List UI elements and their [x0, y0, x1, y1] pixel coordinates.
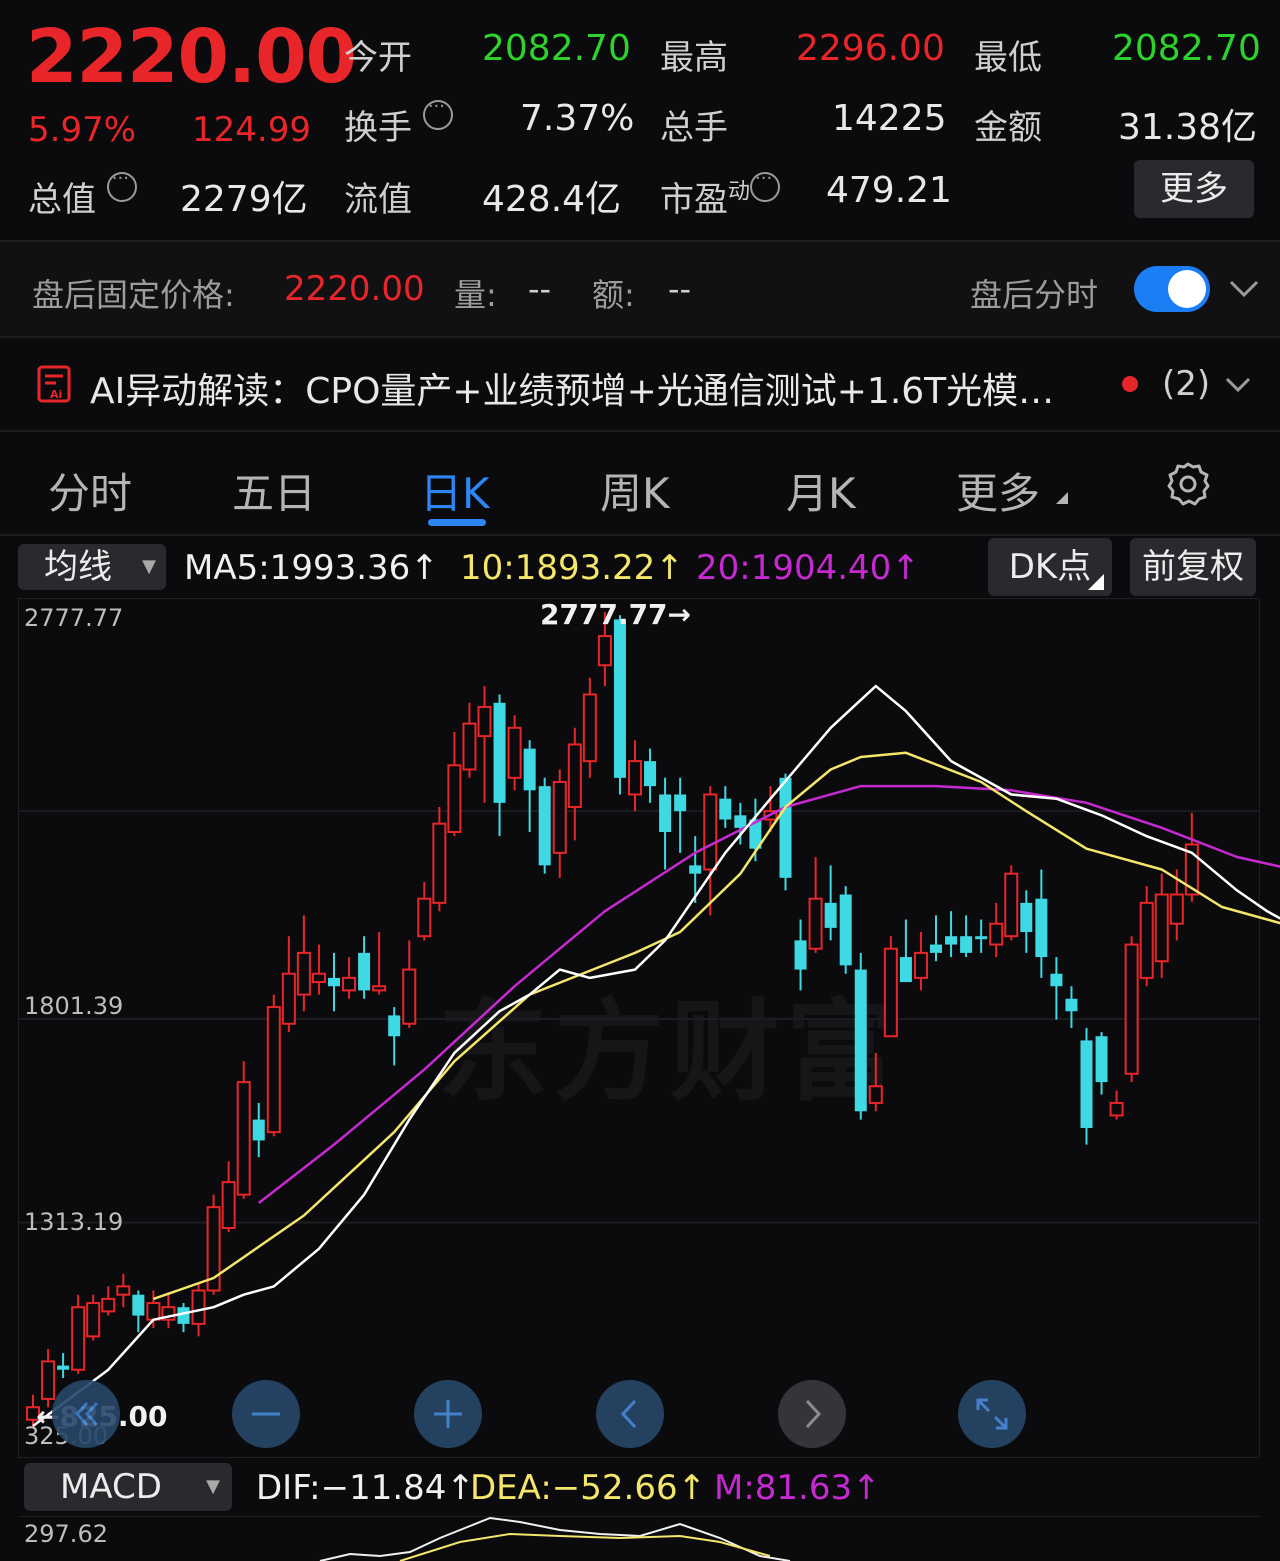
candle-body — [447, 764, 462, 833]
candle-body — [462, 722, 477, 771]
candle-body — [597, 635, 612, 667]
candle-body — [1035, 898, 1048, 958]
fullscreen-icon — [976, 1398, 1008, 1430]
candle-body — [1124, 943, 1139, 1075]
candle-body — [567, 743, 582, 808]
candle-body — [854, 969, 867, 1112]
zoom-out-icon — [252, 1412, 280, 1416]
candle-body — [1095, 1036, 1108, 1083]
candle-body — [899, 957, 912, 983]
kline-chart[interactable] — [0, 0, 1280, 1561]
macd-lines — [319, 1516, 791, 1561]
candle-body — [628, 760, 642, 796]
candle-body — [794, 940, 807, 970]
candle-body — [975, 936, 988, 940]
zoom-in-button[interactable] — [414, 1380, 482, 1448]
candle-body — [824, 902, 837, 928]
macd-selector[interactable]: MACD ▼ — [24, 1463, 232, 1511]
chevron-left-icon — [620, 1399, 637, 1429]
candle-body — [57, 1365, 70, 1370]
candle-body — [71, 1306, 86, 1371]
candle-body — [689, 865, 702, 874]
candle-body — [132, 1294, 145, 1316]
candle-body — [582, 693, 597, 763]
candle-body — [808, 897, 823, 950]
candle-body — [945, 936, 958, 945]
candle-body — [552, 780, 567, 854]
candle-body — [644, 761, 657, 787]
candle-body — [1169, 893, 1184, 925]
candle-body — [868, 1085, 883, 1104]
next-button[interactable] — [778, 1380, 846, 1448]
candle-body — [674, 794, 687, 812]
y-axis-low-label: 1313.19 — [24, 1208, 124, 1236]
candle-body — [523, 748, 536, 791]
candle-body — [1109, 1101, 1124, 1117]
candle-body — [779, 777, 792, 878]
candle-body — [358, 952, 371, 991]
candle-body — [191, 1289, 206, 1325]
zoom-out-button[interactable] — [232, 1380, 300, 1448]
candle-body — [402, 968, 417, 1025]
candle-body — [146, 1302, 161, 1321]
candle-body — [1139, 901, 1154, 979]
candle-body — [1020, 902, 1033, 933]
candle-body — [719, 798, 732, 820]
candle-body — [296, 951, 311, 996]
max-price-marker: 2777.77→ — [540, 598, 691, 631]
candle-body — [221, 1181, 236, 1229]
candle-body — [507, 726, 522, 779]
candle-body — [989, 922, 1004, 946]
candle-body — [101, 1297, 116, 1313]
fullscreen-button[interactable] — [958, 1380, 1026, 1448]
chevron-right-icon — [805, 1399, 822, 1429]
candle-body — [388, 1015, 401, 1037]
candle-body — [236, 1081, 251, 1196]
candle-body — [342, 976, 357, 992]
candle-body — [372, 985, 387, 992]
zoom-in-icon — [434, 1400, 462, 1428]
candle-body — [1080, 1040, 1093, 1128]
candle-body — [734, 815, 747, 828]
macd-m-readout: M:81.63↑ — [714, 1468, 881, 1508]
candle-body — [1154, 893, 1169, 963]
prev-button[interactable] — [596, 1380, 664, 1448]
macd-dea-readout: DEA:−52.66↑ — [470, 1468, 707, 1508]
candle-body — [86, 1302, 101, 1338]
candle-body — [1065, 998, 1078, 1012]
candle-body — [659, 794, 672, 832]
y-axis-mid-label: 1801.39 — [24, 992, 124, 1020]
candle-body — [883, 947, 898, 1038]
candle-body — [493, 702, 506, 803]
macd-dif-readout: DIF:−11.84↑ — [256, 1468, 475, 1508]
candle-body — [1050, 973, 1063, 987]
candle-body — [328, 977, 340, 987]
candle-body — [1004, 872, 1019, 938]
candle-body — [703, 793, 718, 871]
candle-body — [252, 1119, 265, 1141]
ma5-line — [32, 684, 1280, 1428]
candle-body — [281, 972, 296, 1025]
candle-body — [116, 1285, 131, 1296]
double-chevron-left-icon — [74, 1401, 99, 1427]
candle-body — [266, 1006, 281, 1134]
candle-body — [41, 1360, 56, 1400]
candle-body — [432, 822, 447, 904]
candle-body — [417, 897, 432, 938]
candle-body — [913, 951, 928, 979]
y-axis-top-label: 2777.77 — [24, 604, 124, 632]
candle-body — [311, 972, 326, 984]
candle-body — [839, 894, 852, 966]
candle-body — [960, 936, 973, 953]
candle-body — [477, 705, 492, 738]
back-control[interactable] — [52, 1380, 120, 1448]
candle-body — [613, 619, 626, 778]
candle-body — [538, 786, 551, 866]
candle-body — [930, 944, 942, 953]
